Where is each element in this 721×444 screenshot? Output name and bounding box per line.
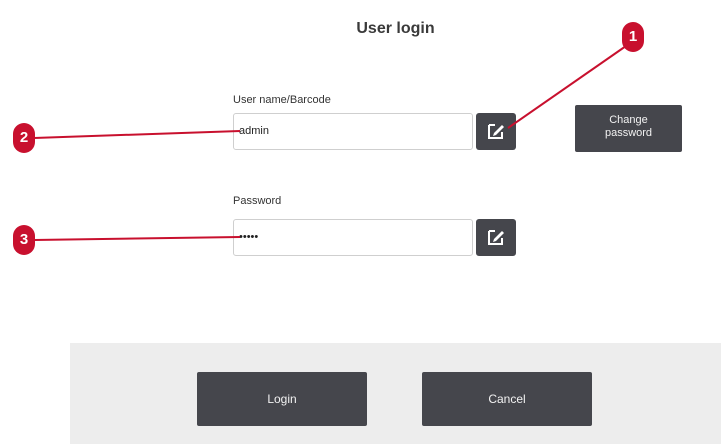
callout-badge-3: 3: [13, 225, 35, 255]
leader-line-1: [507, 45, 627, 129]
callout-leader-lines: [33, 45, 627, 241]
callout-badge-2: 2: [13, 123, 35, 153]
leader-line-3: [33, 236, 241, 241]
callout-badge-1: 1: [622, 22, 644, 52]
leader-line-2: [33, 130, 241, 139]
